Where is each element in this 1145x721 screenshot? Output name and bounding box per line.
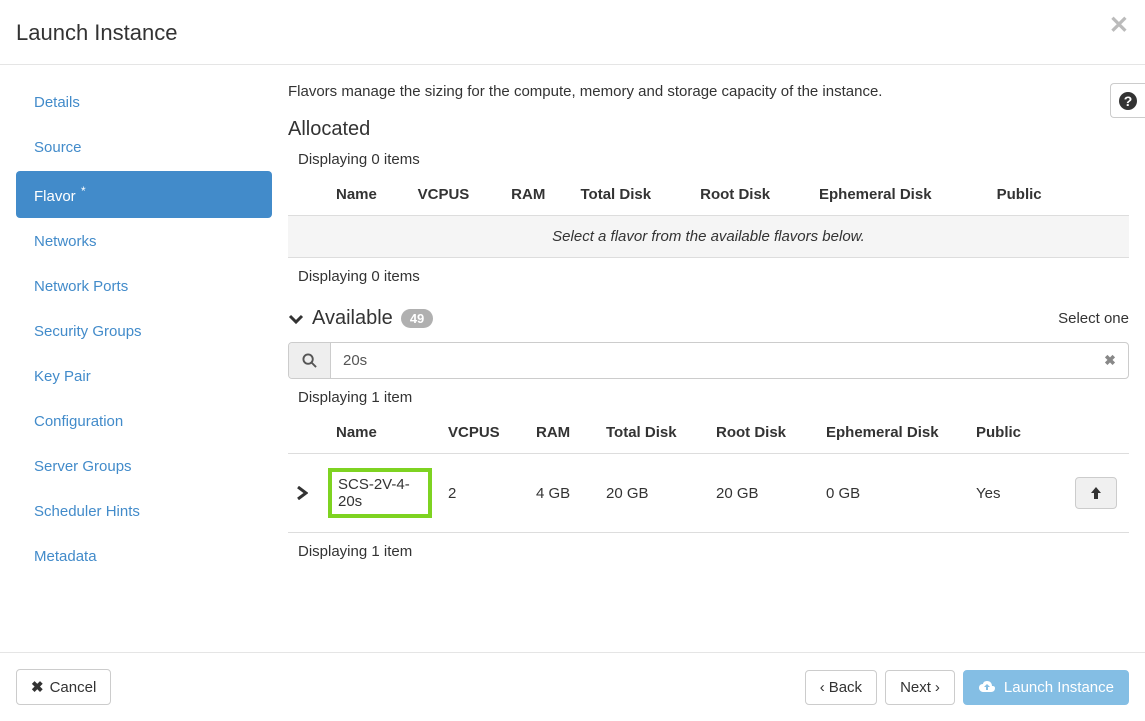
x-icon: ✖ — [31, 678, 44, 696]
allocated-table: Name VCPUS RAM Total Disk Root Disk Ephe… — [288, 174, 1129, 258]
sidebar-item-key-pair[interactable]: Key Pair — [16, 355, 272, 398]
column-expand — [288, 174, 320, 216]
available-count-badge: 49 — [401, 309, 433, 328]
cloud-upload-icon — [978, 680, 996, 694]
sidebar-item-networks[interactable]: Networks — [16, 220, 272, 263]
column-total-disk[interactable]: Total Disk — [598, 412, 708, 454]
sidebar-item-scheduler-hints[interactable]: Scheduler Hints — [16, 490, 272, 533]
column-ram[interactable]: RAM — [503, 174, 572, 216]
column-ephemeral-disk[interactable]: Ephemeral Disk — [818, 412, 968, 454]
sidebar-item-flavor[interactable]: Flavor * — [16, 171, 272, 218]
available-title: Available — [312, 307, 393, 330]
sidebar-item-details[interactable]: Details — [16, 81, 272, 124]
available-table: Name VCPUS RAM Total Disk Root Disk Ephe… — [288, 412, 1129, 533]
column-vcpus[interactable]: VCPUS — [440, 412, 528, 454]
sidebar-item-label: Security Groups — [34, 323, 142, 340]
column-root-disk[interactable]: Root Disk — [692, 174, 811, 216]
close-icon[interactable]: ✕ — [1109, 14, 1129, 38]
column-total-disk[interactable]: Total Disk — [572, 174, 692, 216]
sidebar-item-source[interactable]: Source — [16, 126, 272, 169]
table-row: SCS-2V-4-20s 2 4 GB 20 GB 20 GB 0 GB Yes — [288, 454, 1129, 533]
available-count-top: Displaying 1 item — [298, 389, 1129, 406]
allocated-count-bottom: Displaying 0 items — [298, 268, 1129, 285]
sidebar-item-metadata[interactable]: Metadata — [16, 535, 272, 578]
allocated-empty-row: Select a flavor from the available flavo… — [288, 216, 1129, 258]
required-indicator: * — [78, 184, 86, 198]
launch-label: Launch Instance — [1004, 679, 1114, 696]
chevron-left-icon: ‹ — [820, 679, 825, 696]
select-one-label: Select one — [1058, 310, 1129, 327]
modal-footer: ✖ Cancel ‹Back Next› Launch Instance — [0, 652, 1145, 721]
flavor-vcpus: 2 — [440, 454, 528, 533]
next-button[interactable]: Next› — [885, 670, 955, 705]
sidebar-item-label: Details — [34, 94, 80, 111]
chevron-down-icon — [288, 311, 304, 327]
launch-instance-button[interactable]: Launch Instance — [963, 670, 1129, 705]
search-input[interactable] — [331, 343, 1092, 378]
sidebar-item-label: Networks — [34, 233, 97, 250]
sidebar-item-label: Network Ports — [34, 278, 128, 295]
column-vcpus[interactable]: VCPUS — [410, 174, 504, 216]
page-title: Launch Instance — [16, 20, 1129, 46]
flavor-name-highlighted: SCS-2V-4-20s — [328, 468, 432, 518]
search-icon — [289, 343, 331, 378]
chevron-right-icon[interactable] — [296, 486, 312, 500]
sidebar-item-label: Key Pair — [34, 368, 91, 385]
search-bar: ✖ — [288, 342, 1129, 379]
column-root-disk[interactable]: Root Disk — [708, 412, 818, 454]
sidebar-item-security-groups[interactable]: Security Groups — [16, 310, 272, 353]
column-action — [1067, 412, 1129, 454]
column-name[interactable]: Name — [320, 174, 410, 216]
back-label: Back — [829, 679, 862, 696]
cancel-button[interactable]: ✖ Cancel — [16, 669, 111, 705]
cancel-label: Cancel — [50, 679, 97, 696]
flavor-total-disk: 20 GB — [598, 454, 708, 533]
allocate-button[interactable] — [1075, 477, 1117, 509]
column-expand — [288, 412, 320, 454]
flavor-ram: 4 GB — [528, 454, 598, 533]
clear-search-icon[interactable]: ✖ — [1092, 343, 1128, 378]
sidebar: Details Source Flavor * Networks Network… — [0, 65, 288, 652]
flavor-public: Yes — [968, 454, 1067, 533]
sidebar-item-label: Metadata — [34, 548, 97, 565]
content: Flavors manage the sizing for the comput… — [288, 65, 1145, 652]
flavor-ephemeral-disk: 0 GB — [818, 454, 968, 533]
sidebar-item-label: Server Groups — [34, 458, 132, 475]
column-name[interactable]: Name — [320, 412, 440, 454]
sidebar-item-configuration[interactable]: Configuration — [16, 400, 272, 443]
sidebar-item-label: Flavor — [34, 188, 76, 205]
sidebar-item-label: Configuration — [34, 413, 123, 430]
flavor-root-disk: 20 GB — [708, 454, 818, 533]
modal-header: Launch Instance ✕ — [0, 0, 1145, 65]
svg-text:?: ? — [1124, 93, 1133, 109]
column-public[interactable]: Public — [989, 174, 1073, 216]
column-public[interactable]: Public — [968, 412, 1067, 454]
flavor-name: SCS-2V-4-20s — [338, 476, 410, 510]
sidebar-item-server-groups[interactable]: Server Groups — [16, 445, 272, 488]
allocated-empty-text: Select a flavor from the available flavo… — [288, 216, 1129, 258]
chevron-right-icon: › — [935, 679, 940, 696]
description-text: Flavors manage the sizing for the comput… — [288, 83, 1129, 100]
next-label: Next — [900, 679, 931, 696]
column-ephemeral-disk[interactable]: Ephemeral Disk — [811, 174, 989, 216]
sidebar-item-label: Scheduler Hints — [34, 503, 140, 520]
allocated-count-top: Displaying 0 items — [298, 151, 1129, 168]
column-action — [1073, 174, 1129, 216]
back-button[interactable]: ‹Back — [805, 670, 877, 705]
available-header[interactable]: Available 49 — [288, 307, 433, 330]
help-icon[interactable]: ? — [1110, 83, 1145, 118]
available-count-bottom: Displaying 1 item — [298, 543, 1129, 560]
sidebar-item-label: Source — [34, 139, 82, 156]
column-ram[interactable]: RAM — [528, 412, 598, 454]
sidebar-item-network-ports[interactable]: Network Ports — [16, 265, 272, 308]
allocated-title: Allocated — [288, 118, 1129, 141]
